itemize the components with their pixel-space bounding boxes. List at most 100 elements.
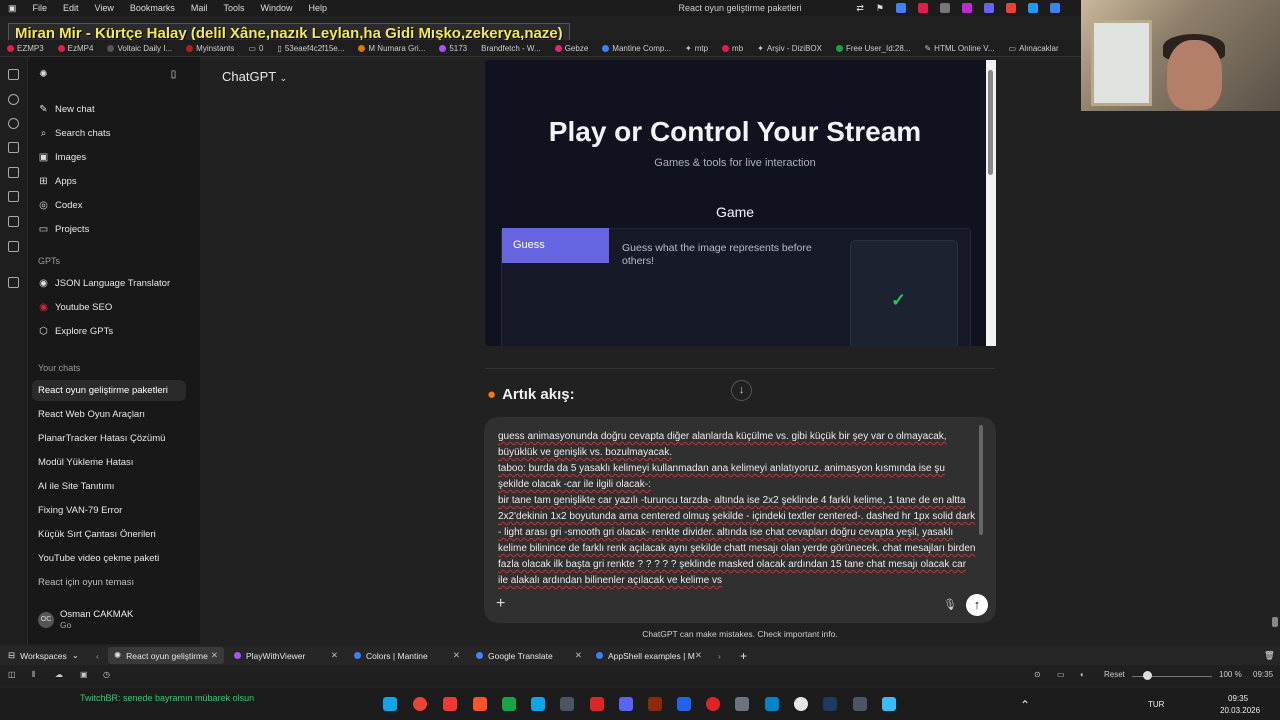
menu-help[interactable]: Help [300, 3, 335, 13]
composer-scrollbar[interactable] [979, 425, 983, 535]
bookmark-item[interactable]: Voltaic Daily I... [100, 44, 179, 53]
prompt-textarea[interactable]: guess animasyonunda doğru cevapta diğer … [498, 429, 976, 591]
tiling-icon[interactable]: ⫴ [32, 670, 35, 680]
menu-file[interactable]: File [25, 3, 56, 13]
tray-chevron-icon[interactable]: ⌃ [1020, 698, 1030, 712]
vivaldi-icon[interactable] [443, 697, 457, 711]
bookmark-item[interactable]: ✎ HTML Online V... [917, 44, 1001, 53]
menu-window[interactable]: Window [252, 3, 300, 13]
folder-icon[interactable] [735, 697, 749, 711]
sidebar-item-images[interactable]: ▣ Images [38, 152, 86, 163]
bookmark-icon[interactable]: ⚑ [876, 3, 884, 14]
bookmark-folder[interactable]: ▭ 0 [241, 44, 270, 53]
scroll-down-button[interactable]: ↓ [731, 380, 752, 401]
chrome-icon[interactable] [413, 697, 427, 711]
close-icon[interactable]: ✕ [331, 650, 338, 661]
tab-google-translate[interactable]: Google Translate ✕ [470, 647, 588, 664]
openai-logo-icon[interactable]: ✺ [38, 69, 49, 80]
extension-icon[interactable] [940, 3, 950, 13]
new-tab-button[interactable]: + [734, 647, 752, 664]
chat-item[interactable]: Fixing VAN-79 Error [38, 505, 122, 516]
tab-playwithviewer[interactable]: PlayWithViewer ✕ [228, 647, 344, 664]
app-icon[interactable] [882, 697, 896, 711]
model-selector[interactable]: ChatGPT ⌄ [222, 69, 287, 84]
bookmark-item[interactable]: M Numara Gri... [351, 44, 432, 53]
sidebar-item-new-chat[interactable]: ✎ New chat [38, 104, 94, 115]
chat-item[interactable]: YouTube video çekme paketi [38, 553, 159, 564]
preview-scrollbar-thumb[interactable] [988, 70, 993, 175]
clock-icon[interactable]: ◷ [103, 670, 110, 679]
bookmark-item[interactable]: ✦ Arşiv - DiziBOX [750, 44, 829, 53]
page-actions-icon[interactable]: ◐ [1080, 670, 1085, 679]
notes-panel-icon[interactable] [8, 142, 19, 153]
bookmark-item[interactable]: Free User_Id:28... [829, 44, 917, 53]
terminal-icon[interactable] [502, 697, 516, 711]
brave-icon[interactable] [473, 697, 487, 711]
sidebar-toggle-icon[interactable]: ▯ [168, 69, 179, 80]
tab-colors-mantine[interactable]: Colors | Mantine ✕ [348, 647, 466, 664]
sidebar-item-codex[interactable]: ◎ Codex [38, 200, 82, 211]
translate-icon[interactable]: ⇄ [856, 3, 864, 14]
chat-item[interactable]: React Web Oyun Araçları [38, 409, 145, 420]
close-icon[interactable]: ✕ [695, 650, 702, 661]
bookmark-item[interactable]: ▯ 53eaef4c2f15e... [270, 44, 351, 53]
windows-start-icon[interactable] [383, 697, 397, 711]
chat-composer[interactable]: guess animasyonunda doğru cevapta diğer … [484, 417, 996, 623]
tab-scroll-left-icon[interactable]: ‹ [90, 647, 106, 664]
sidebar-item-search-chats[interactable]: ⌕ Search chats [38, 128, 111, 139]
bookmarks-panel-icon[interactable] [8, 69, 19, 80]
bookmark-folder[interactable]: ▭ Alınacaklar [1002, 44, 1066, 53]
app-menu-icon[interactable]: ▣ [0, 3, 25, 14]
extension-icon[interactable] [1006, 3, 1016, 13]
bookmark-item[interactable]: EZMP3 [0, 44, 51, 53]
history-panel-icon[interactable] [8, 118, 19, 129]
zoom-slider-thumb[interactable] [1143, 671, 1152, 680]
microphone-icon[interactable]: 🎙 [943, 598, 957, 611]
extension-icon[interactable] [918, 3, 928, 13]
bookmark-item[interactable]: Mantine Comp... [595, 44, 678, 53]
capture-icon[interactable]: ⊙ [1034, 670, 1041, 679]
send-button[interactable]: ↑ [966, 594, 988, 616]
menu-mail[interactable]: Mail [183, 3, 216, 13]
app-icon[interactable] [765, 697, 779, 711]
sidebar-item-projects[interactable]: ▭ Projects [38, 224, 90, 235]
chat-item[interactable]: React için oyun teması [38, 577, 134, 588]
image-toggle-icon[interactable]: ▣ [80, 670, 88, 679]
tab-react-oyun[interactable]: ✺ React oyun geliştirme ✕ [108, 647, 224, 664]
extension-icon[interactable] [1028, 3, 1038, 13]
extension-icon[interactable] [1050, 3, 1060, 13]
app-icon[interactable] [677, 697, 691, 711]
user-profile[interactable]: OC Osman CAKMAK Go [38, 609, 133, 630]
chat-item[interactable]: PlanarTracker Hatası Çözümü [38, 433, 165, 444]
reading-list-icon[interactable] [8, 167, 19, 178]
close-icon[interactable]: ✕ [453, 650, 460, 661]
bookmark-item[interactable]: EzMP4 [51, 44, 101, 53]
hs-app-icon[interactable] [560, 697, 574, 711]
close-icon[interactable]: ✕ [575, 650, 582, 661]
tile-icon[interactable]: ▭ [1057, 670, 1065, 679]
steam-icon[interactable] [823, 697, 837, 711]
obs-icon[interactable] [794, 697, 808, 711]
add-attachment-button[interactable]: + [496, 595, 505, 613]
explore-gpts[interactable]: ⬡ Explore GPTs [38, 326, 113, 337]
language-indicator[interactable]: TUR [1148, 700, 1164, 709]
extension-icon[interactable] [984, 3, 994, 13]
trash-icon[interactable]: 🗑 [1258, 647, 1278, 664]
illustrator-icon[interactable] [648, 697, 662, 711]
bookmark-item[interactable]: ✦ mtp [678, 44, 715, 53]
menu-tools[interactable]: Tools [215, 3, 252, 13]
bookmark-item[interactable]: Brandfetch - W... [474, 44, 548, 53]
extension-icon[interactable] [962, 3, 972, 13]
chat-item[interactable]: Modül Yükleme Hatası [38, 457, 133, 468]
bookmark-item[interactable]: 5173 [432, 44, 474, 53]
vscode-icon[interactable] [531, 697, 545, 711]
translate-panel-icon[interactable] [8, 191, 19, 202]
menu-edit[interactable]: Edit [55, 3, 87, 13]
menu-view[interactable]: View [87, 3, 122, 13]
app-icon[interactable] [706, 697, 720, 711]
bookmark-item[interactable]: mb [715, 44, 750, 53]
panel-toggle-icon[interactable]: ◫ [8, 670, 16, 679]
active-chat-label[interactable]: React oyun geliştirme paketleri [38, 385, 168, 396]
calendar-panel-icon[interactable] [8, 241, 19, 252]
tab-appshell-examples[interactable]: AppShell examples | M ✕ [590, 647, 708, 664]
